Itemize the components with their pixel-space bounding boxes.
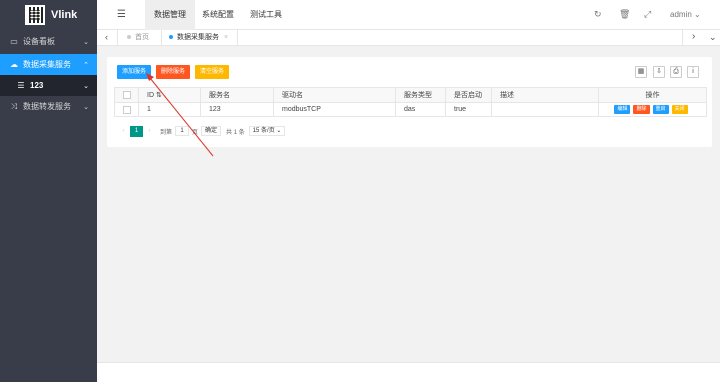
user-name: admin (670, 10, 692, 19)
col-service-type: 服务类型 (395, 87, 446, 103)
col-driver: 驱动名 (273, 87, 396, 103)
total-count: 共 1 条 (226, 129, 245, 136)
sidebar: Vlink ▭ 设备看板 ⌄ ☁ 数据采集服务 ⌃ ☰ 123 ⌄ ⤨ 数据转发… (0, 0, 97, 382)
service-table: ID ⇅ 服务名 驱动名 服务类型 是否启动 描述 操作 1 123 modbu… (114, 87, 707, 117)
table-row: 1 123 modbusTCP das true 编辑 删除 重启 关闭 (114, 102, 707, 117)
row-select-cell (114, 102, 139, 117)
tabs-more-icon[interactable]: ⌄ (709, 32, 717, 43)
columns-icon[interactable]: ▦ (635, 66, 647, 78)
delete-service-button[interactable]: 删除服务 (156, 65, 191, 79)
fullscreen-icon[interactable]: ⤢ (644, 9, 651, 20)
page-input[interactable]: 1 (175, 126, 190, 136)
clear-service-button[interactable]: 清空服务 (195, 65, 230, 79)
page-tab-bar: ‹ 首页 数据采集服务 × › ⌄ (97, 30, 720, 46)
trash-icon[interactable]: 🗑 (619, 9, 630, 20)
page-size-select[interactable]: 15 条/页 ⌄ (248, 126, 286, 136)
prev-page-icon[interactable]: ‹ (117, 126, 130, 137)
service-card: 添加服务 删除服务 清空服务 ▦ ⇩ ⎙ i ID ⇅ 服务名 驱动名 服务类型… (107, 57, 712, 147)
top-header: ☰ 数据管理 系统配置 测试工具 ↻ 🗑 ⤢ admin ⌄ (97, 0, 720, 30)
logo: Vlink (0, 0, 97, 30)
cloud-icon: ☁ (10, 60, 18, 69)
add-service-button[interactable]: 添加服务 (117, 65, 152, 79)
print-icon[interactable]: ⎙ (670, 66, 682, 78)
cell-enabled: true (445, 102, 492, 117)
close-icon[interactable]: × (224, 34, 228, 41)
restart-button[interactable]: 重启 (652, 105, 669, 114)
chevron-down-icon: ⌄ (83, 38, 89, 46)
app-name: Vlink (51, 9, 78, 21)
cell-actions: 编辑 删除 重启 关闭 (598, 102, 707, 117)
row-checkbox[interactable] (123, 105, 131, 114)
cell-id: 1 (138, 102, 201, 117)
export-icon[interactable]: ⇩ (653, 66, 665, 78)
refresh-icon[interactable]: ↻ (594, 9, 602, 20)
shuffle-icon: ⤨ (10, 101, 18, 111)
tabs-prev-icon[interactable]: ‹ (105, 32, 108, 42)
delete-row-button[interactable]: 删除 (633, 105, 650, 114)
select-all-cell (114, 87, 139, 103)
tab-dot-icon (169, 35, 173, 40)
cell-driver: modbusTCP (273, 102, 396, 117)
confirm-page-button[interactable]: 确定 (201, 126, 222, 136)
col-id[interactable]: ID ⇅ (138, 87, 201, 103)
tab-dot-icon (127, 35, 131, 40)
col-service-name: 服务名 (200, 87, 274, 103)
next-page-icon[interactable]: › (143, 126, 156, 137)
tab-label: 首页 (135, 34, 149, 41)
cell-service-name: 123 (200, 102, 274, 117)
tab-data-collection[interactable]: 数据采集服务 × (169, 30, 228, 46)
col-description: 描述 (491, 87, 599, 103)
sidebar-item-label: 数据转发服务 (23, 102, 71, 111)
tabs-next-icon[interactable]: › (692, 31, 695, 42)
menu-toggle-icon[interactable]: ☰ (117, 9, 126, 20)
sidebar-subitem-123[interactable]: ☰ 123 ⌄ (0, 75, 97, 96)
tab-test-tools[interactable]: 测试工具 (245, 0, 287, 30)
tab-label: 数据采集服务 (177, 34, 219, 41)
sidebar-item-data-forward[interactable]: ⤨ 数据转发服务 ⌄ (0, 96, 97, 117)
monitor-icon: ▭ (10, 37, 18, 46)
edit-button[interactable]: 编辑 (614, 105, 631, 114)
cell-service-type: das (395, 102, 446, 117)
pagination: ‹ 1 › 到第 1 页 确定 共 1 条 15 条/页 ⌄ (117, 125, 286, 137)
sidebar-item-data-collection[interactable]: ☁ 数据采集服务 ⌃ (0, 54, 97, 75)
info-icon[interactable]: i (687, 66, 699, 78)
col-label: ID (147, 92, 154, 99)
tab-system-config[interactable]: 系统配置 (197, 0, 239, 30)
page-size-value: 15 条/页 (252, 128, 275, 134)
select-all-checkbox[interactable] (123, 91, 131, 99)
stop-button[interactable]: 关闭 (671, 105, 688, 114)
sidebar-item-device-board[interactable]: ▭ 设备看板 ⌄ (0, 31, 97, 52)
table-header-row: ID ⇅ 服务名 驱动名 服务类型 是否启动 描述 操作 (114, 87, 707, 103)
col-actions: 操作 (598, 87, 707, 103)
page-1[interactable]: 1 (130, 125, 143, 137)
cell-description (491, 102, 599, 117)
col-enabled: 是否启动 (445, 87, 492, 103)
footer (97, 362, 720, 382)
chevron-down-icon: ⌄ (83, 103, 89, 111)
user-menu[interactable]: admin ⌄ (670, 10, 701, 19)
list-icon: ☰ (17, 81, 25, 90)
tab-home[interactable]: 首页 (127, 30, 149, 46)
page-suffix: 页 (192, 129, 199, 136)
tab-data-management[interactable]: 数据管理 (145, 0, 195, 30)
sidebar-item-label: 数据采集服务 (23, 60, 71, 69)
sidebar-item-label: 123 (30, 81, 44, 90)
sort-icon[interactable]: ⇅ (156, 92, 162, 99)
chevron-down-icon: ⌄ (83, 82, 89, 90)
goto-label: 到第 (160, 129, 173, 136)
chevron-up-icon: ⌃ (83, 61, 89, 69)
sidebar-item-label: 设备看板 (23, 37, 55, 46)
qr-logo-icon (25, 5, 45, 25)
